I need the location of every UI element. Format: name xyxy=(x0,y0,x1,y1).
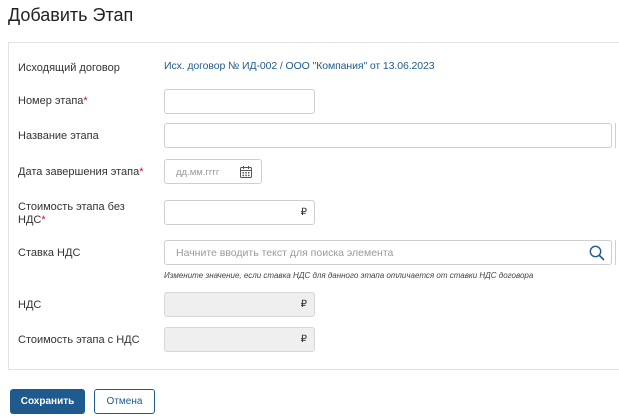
cost-no-vat-input[interactable]: ₽ xyxy=(164,200,315,225)
vat-rate-placeholder: Начните вводить текст для поиска элемент… xyxy=(176,247,394,259)
stage-name-label: Название этапа xyxy=(18,130,99,142)
vat-rate-search-input[interactable]: Начните вводить текст для поиска элемент… xyxy=(164,240,612,265)
vat-amount-field: ₽ xyxy=(164,292,315,317)
cost-no-vat-label-line2-text: НДС xyxy=(18,214,42,226)
required-mark: * xyxy=(41,214,46,226)
page-title: Добавить Этап xyxy=(8,5,134,25)
cost-no-vat-label: Стоимость этапа без НДС* xyxy=(18,201,125,227)
ruble-sign: ₽ xyxy=(300,207,307,218)
vat-rate-resize-edge xyxy=(615,240,619,265)
vat-label: НДС xyxy=(18,299,42,311)
cancel-button[interactable]: Отмена xyxy=(94,389,155,414)
required-mark: * xyxy=(139,166,144,178)
save-button[interactable]: Сохранить xyxy=(10,389,85,414)
contract-link[interactable]: Исх. договор № ИД-002 / ООО "Компания" о… xyxy=(164,60,435,72)
cost-with-vat-field: ₽ xyxy=(164,327,315,352)
due-date-label-text: Дата завершения этапа xyxy=(18,166,140,178)
cost-no-vat-label-line1: Стоимость этапа без xyxy=(18,201,125,213)
stage-name-input[interactable] xyxy=(164,123,612,148)
contract-label: Исходящий договор xyxy=(18,62,120,74)
vat-rate-label: Ставка НДС xyxy=(18,247,81,259)
calendar-icon[interactable] xyxy=(239,165,253,179)
stage-number-label-text: Номер этапа xyxy=(18,95,84,107)
due-date-placeholder: дд.мм.гггг xyxy=(176,167,220,178)
required-mark: * xyxy=(83,95,88,107)
stage-number-label: Номер этапа* xyxy=(18,95,88,108)
due-date-input[interactable]: дд.мм.гггг xyxy=(164,159,262,184)
stage-name-resize-edge xyxy=(615,123,619,148)
due-date-label: Дата завершения этапа* xyxy=(18,166,143,179)
cost-with-vat-label: Стоимость этапа с НДС xyxy=(18,334,140,346)
cost-no-vat-label-line2: НДС* xyxy=(18,214,125,227)
vat-rate-hint: Измените значение, если ставка НДС для д… xyxy=(164,271,534,280)
search-icon[interactable] xyxy=(588,244,606,262)
ruble-sign: ₽ xyxy=(300,334,307,345)
ruble-sign: ₽ xyxy=(300,299,307,310)
stage-number-input[interactable] xyxy=(164,89,315,114)
